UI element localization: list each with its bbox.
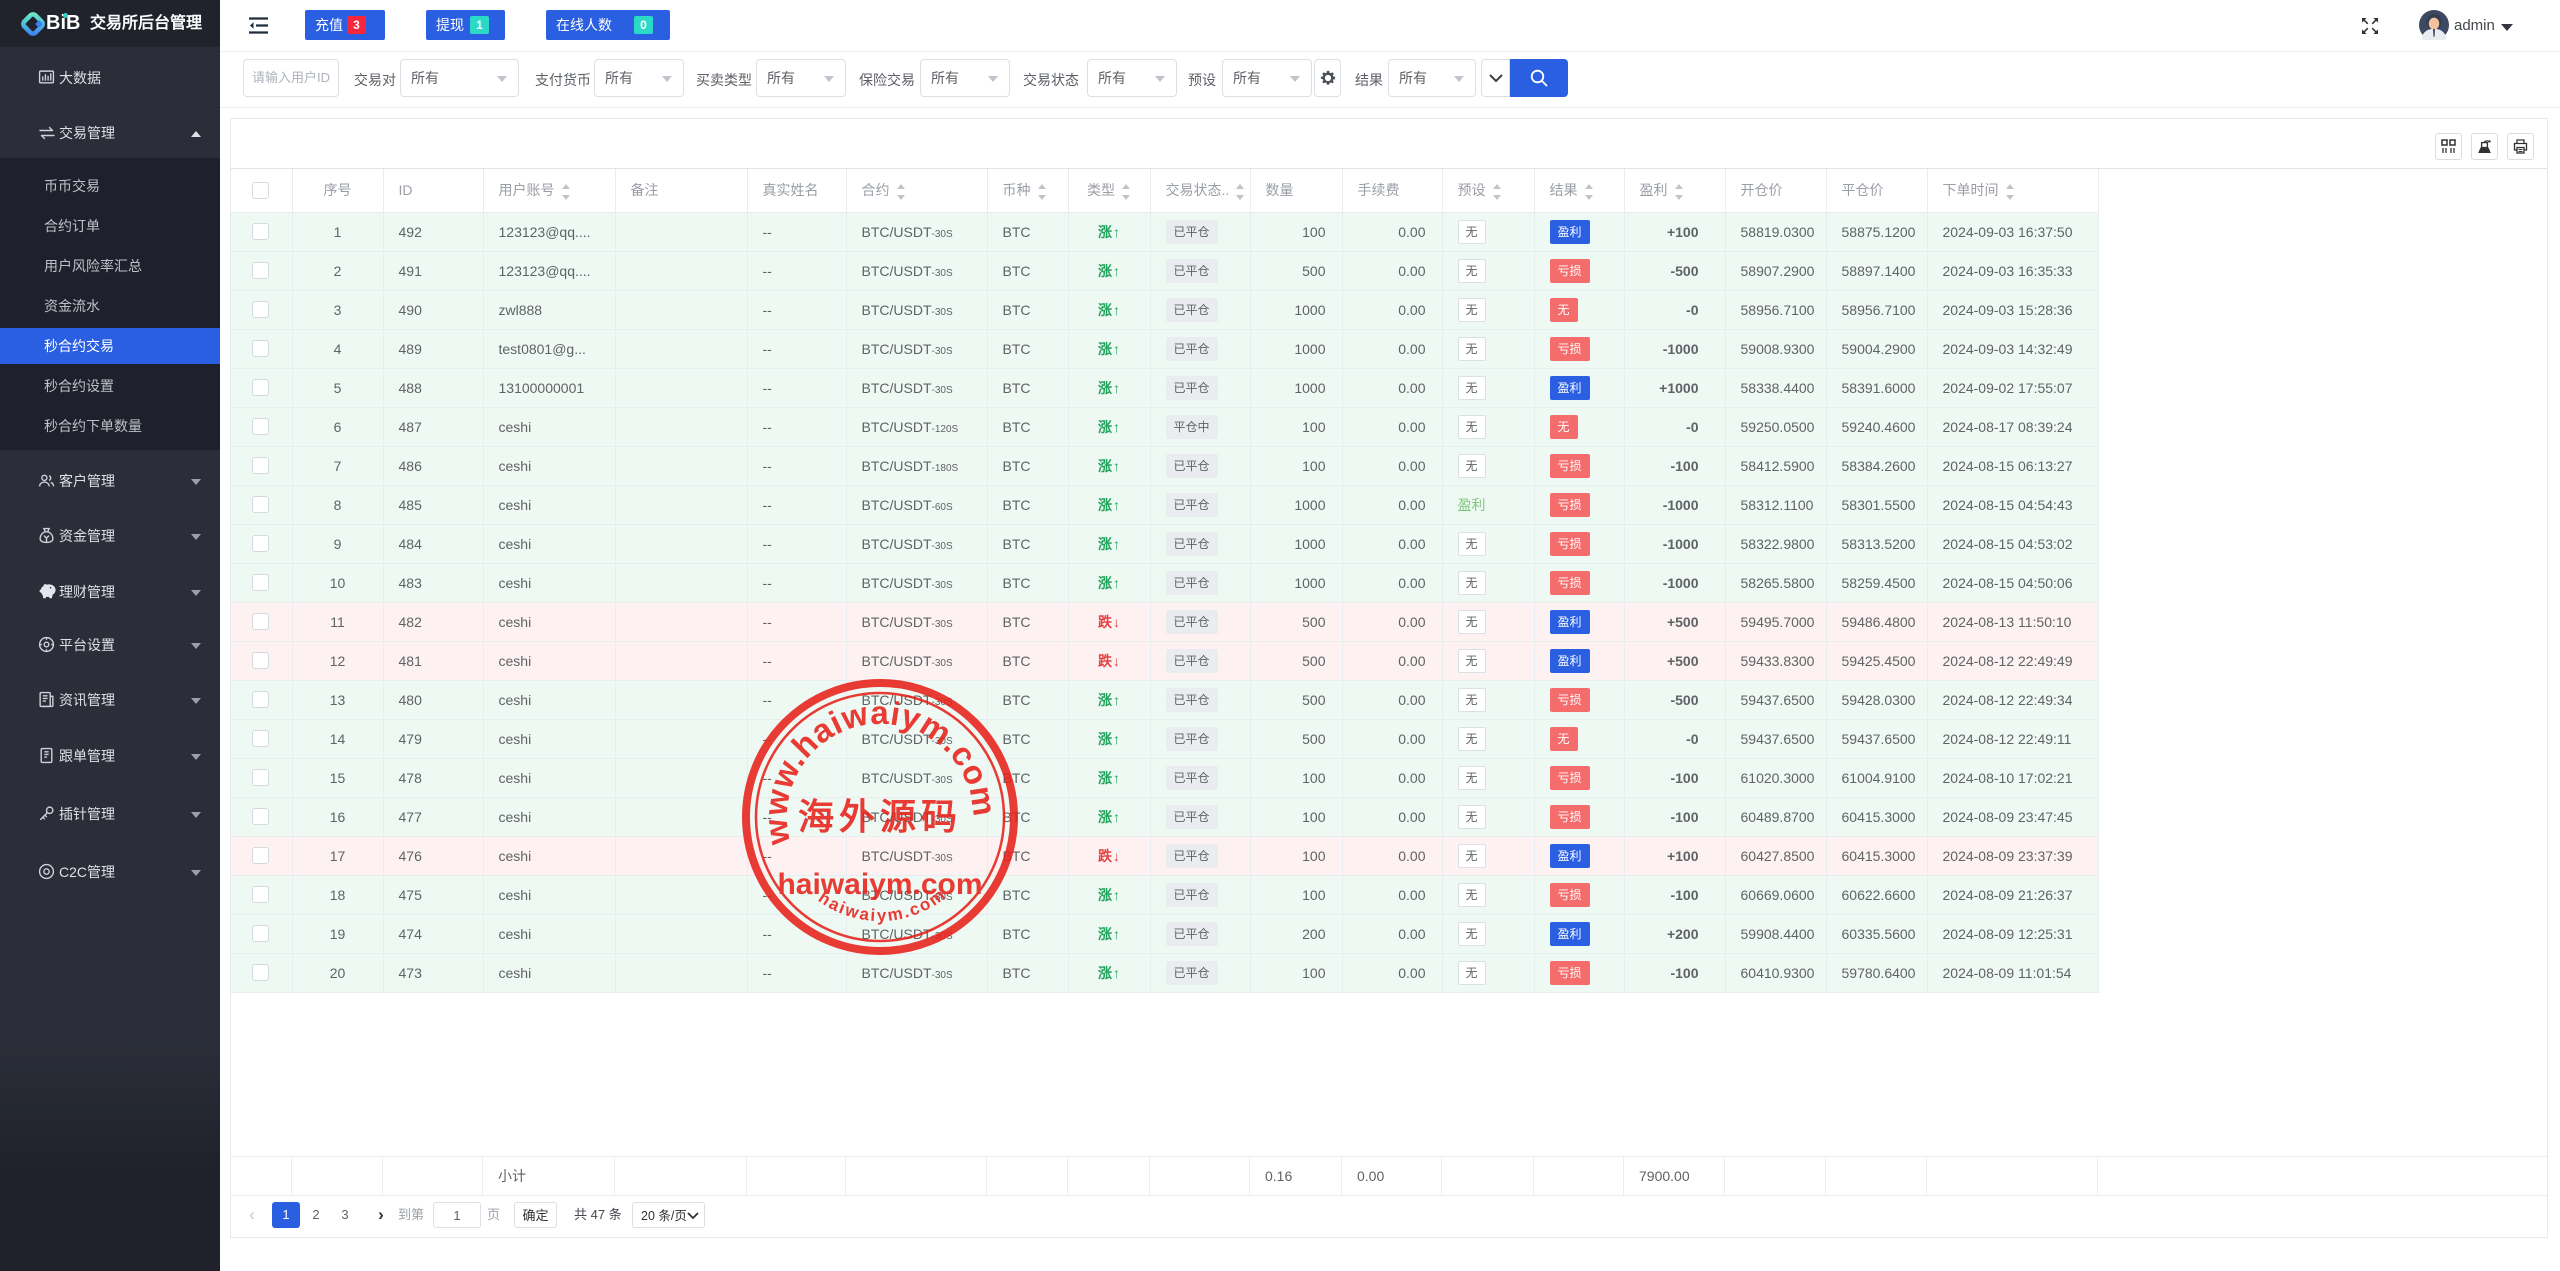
svg-text:海外源码: 海外源码: [798, 796, 962, 837]
svg-text:haiwaiym.com: haiwaiym.com: [777, 868, 982, 901]
